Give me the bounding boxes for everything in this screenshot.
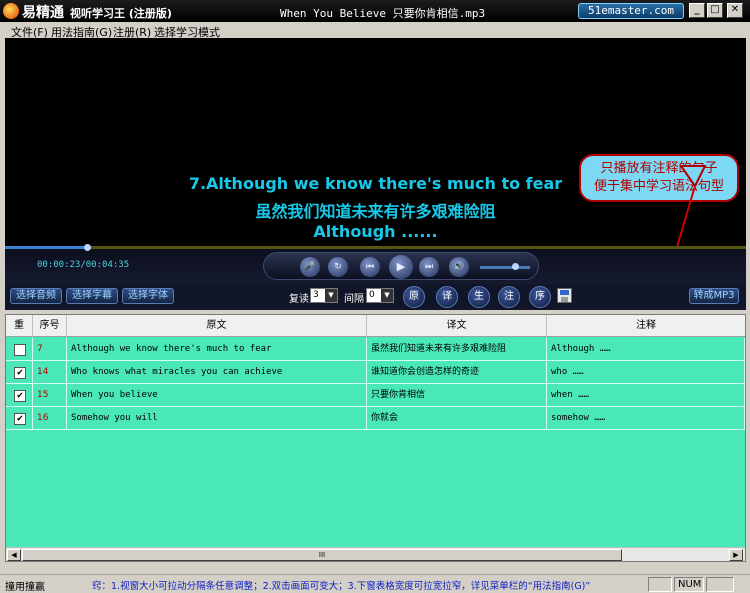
- scroll-thumb[interactable]: III: [22, 549, 622, 561]
- original-cell: Somehow you will: [67, 407, 367, 430]
- table-row[interactable]: ✔ 14 Who knows what miracles you can achie…: [6, 361, 745, 384]
- close-button[interactable]: ✕: [727, 3, 743, 18]
- sentence-table: 重 序号 原文 译文 注释 7 Although we know there's …: [5, 314, 746, 562]
- status-tip: 窍：1.视窗大小可拉动分隔条任意调整；2.双击画面可变大；3.下窗表格宽度可拉宽…: [92, 581, 591, 592]
- player-controls: 00:00:23/00:04:35 🎤 ↻ ⏮ ▶ ⏭ 🔊: [5, 244, 746, 284]
- table-row[interactable]: 7 Although we know there's much to fear 虽然…: [6, 338, 745, 361]
- column-header-original[interactable]: 原文: [67, 315, 367, 337]
- index-cell: 16: [33, 407, 67, 430]
- new-words-button[interactable]: 生: [468, 286, 490, 308]
- progress-track[interactable]: [5, 246, 746, 249]
- original-cell: Although we know there's much to fear: [67, 338, 367, 361]
- interval-select[interactable]: 0 ▼: [366, 288, 394, 303]
- status-panel-empty: [648, 577, 672, 592]
- repeat-checkbox[interactable]: [14, 344, 26, 356]
- status-panel-empty-2: [706, 577, 734, 592]
- num-lock-indicator: NUM: [674, 577, 704, 592]
- repeat-cell: [6, 338, 33, 361]
- site-badge[interactable]: 51emaster.com: [578, 3, 684, 19]
- horizontal-scrollbar[interactable]: ◀ III ▶: [6, 547, 745, 561]
- menu-bar: 文件(F) 用法指南(G) 注册(R) 选择学习模式: [0, 22, 750, 39]
- progress-fill: [5, 246, 87, 249]
- repeat-cell: ✔: [6, 407, 33, 430]
- app-subtitle: 视听学习王 (注册版): [70, 7, 172, 20]
- table-header: 重 序号 原文 译文 注释: [6, 315, 745, 337]
- callout-bubble: 只播放有注释的句子 便于集中学习语法句型: [579, 154, 739, 202]
- table-row[interactable]: ✔ 15 When you believe 只要你肯相信 when ……: [6, 384, 745, 407]
- video-display[interactable]: 7.Although we know there's much to fear …: [5, 38, 746, 246]
- chevron-down-icon[interactable]: ▼: [381, 289, 393, 302]
- volume-slider[interactable]: [480, 266, 530, 269]
- table-row[interactable]: ✔ 16 Somehow you will 你就会 somehow ……: [6, 407, 745, 430]
- note-cell: Although ……: [547, 338, 745, 361]
- repeat-label: 复读: [289, 294, 309, 305]
- callout-line-2: 便于集中学习语法句型: [593, 179, 724, 194]
- note-cell: who ……: [547, 361, 745, 384]
- original-cell: Who knows what miracles you can achieve: [67, 361, 367, 384]
- index-cell: 15: [33, 384, 67, 407]
- status-text: 撞用撞赢: [5, 582, 45, 593]
- interval-label: 间隔: [344, 294, 364, 305]
- order-button[interactable]: 序: [529, 286, 551, 308]
- repeat-icon[interactable]: ↻: [328, 257, 348, 277]
- progress-knob[interactable]: [84, 244, 91, 251]
- interval-value: 0: [369, 290, 375, 300]
- column-header-index[interactable]: 序号: [33, 315, 67, 337]
- index-cell: 14: [33, 361, 67, 384]
- maximize-button[interactable]: □: [707, 3, 723, 18]
- translation-cell: 虽然我们知道未来有许多艰难险阻: [367, 338, 547, 361]
- note-cell: somehow ……: [547, 407, 745, 430]
- note-button[interactable]: 注: [498, 286, 520, 308]
- original-text-button[interactable]: 原: [403, 286, 425, 308]
- app-name: 易精通: [22, 5, 64, 21]
- select-font-button[interactable]: 选择字体: [122, 288, 174, 304]
- repeat-checkbox[interactable]: ✔: [14, 367, 26, 379]
- minimize-button[interactable]: _: [689, 3, 705, 18]
- scroll-left-icon[interactable]: ◀: [7, 549, 21, 561]
- previous-icon[interactable]: ⏮: [360, 257, 380, 277]
- repeat-checkbox[interactable]: ✔: [14, 390, 26, 402]
- convert-mp3-button[interactable]: 转成MP3: [689, 288, 739, 304]
- volume-icon[interactable]: 🔊: [449, 257, 469, 277]
- play-icon[interactable]: ▶: [389, 255, 413, 279]
- original-cell: When you believe: [67, 384, 367, 407]
- column-header-repeat[interactable]: 重: [6, 315, 33, 337]
- translation-cell: 只要你肯相信: [367, 384, 547, 407]
- window-title: When You Believe 只要你肯相信.mp3: [280, 7, 486, 20]
- volume-knob[interactable]: [512, 263, 519, 270]
- app-logo-icon: [3, 3, 19, 19]
- transport-controls: 🎤 ↻ ⏮ ▶ ⏭ 🔊: [263, 252, 539, 280]
- callout-line-1: 只播放有注释的句子: [600, 161, 718, 176]
- column-header-note[interactable]: 注释: [547, 315, 745, 337]
- time-display: 00:00:23/00:04:35: [37, 260, 130, 270]
- column-header-translation[interactable]: 译文: [367, 315, 547, 337]
- repeat-count-value: 3: [313, 290, 319, 300]
- chevron-down-icon[interactable]: ▼: [325, 289, 337, 302]
- select-subtitle-button[interactable]: 选择字幕: [66, 288, 118, 304]
- title-bar: 易精通 视听学习王 (注册版) When You Believe 只要你肯相信.…: [0, 0, 750, 22]
- toolbar: 选择音频 选择字幕 选择字体 复读 3 ▼ 间隔 0 ▼ 原 译 生 注 序 转…: [5, 284, 746, 310]
- translation-cell: 你就会: [367, 407, 547, 430]
- note-cell: when ……: [547, 384, 745, 407]
- index-cell: 7: [33, 338, 67, 361]
- repeat-checkbox[interactable]: ✔: [14, 413, 26, 425]
- repeat-cell: ✔: [6, 384, 33, 407]
- next-icon[interactable]: ⏭: [419, 257, 439, 277]
- translation-cell: 谁知道你会创造怎样的奇迹: [367, 361, 547, 384]
- subtitle-note: Although ......: [313, 222, 438, 241]
- repeat-cell: ✔: [6, 361, 33, 384]
- save-icon[interactable]: [557, 288, 572, 303]
- translation-button[interactable]: 译: [436, 286, 458, 308]
- scroll-right-icon[interactable]: ▶: [729, 549, 743, 561]
- repeat-count-select[interactable]: 3 ▼: [310, 288, 338, 303]
- microphone-icon[interactable]: 🎤: [300, 257, 320, 277]
- select-audio-button[interactable]: 选择音频: [10, 288, 62, 304]
- status-bar: 撞用撞赢 窍：1.视窗大小可拉动分隔条任意调整；2.双击画面可变大；3.下窗表格…: [0, 574, 750, 593]
